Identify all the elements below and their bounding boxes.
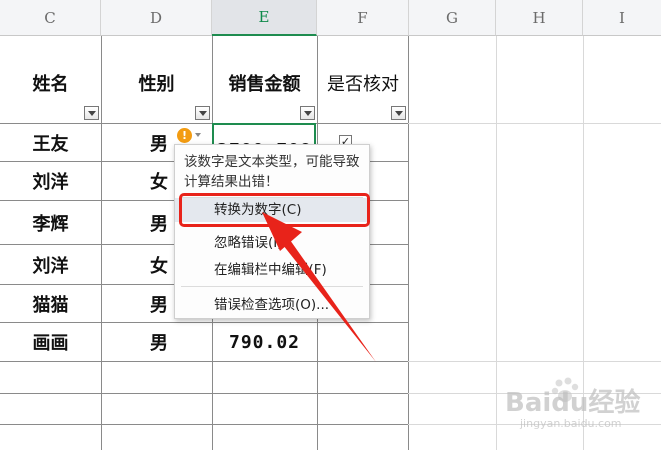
watermark-url: jingyan.baidu.com	[520, 417, 622, 430]
spreadsheet: C D E F G H I 姓名 性别 销售金额 是否核对 王友 男 2700.…	[0, 0, 661, 450]
watermark-brand: Baidu经验	[505, 388, 641, 418]
